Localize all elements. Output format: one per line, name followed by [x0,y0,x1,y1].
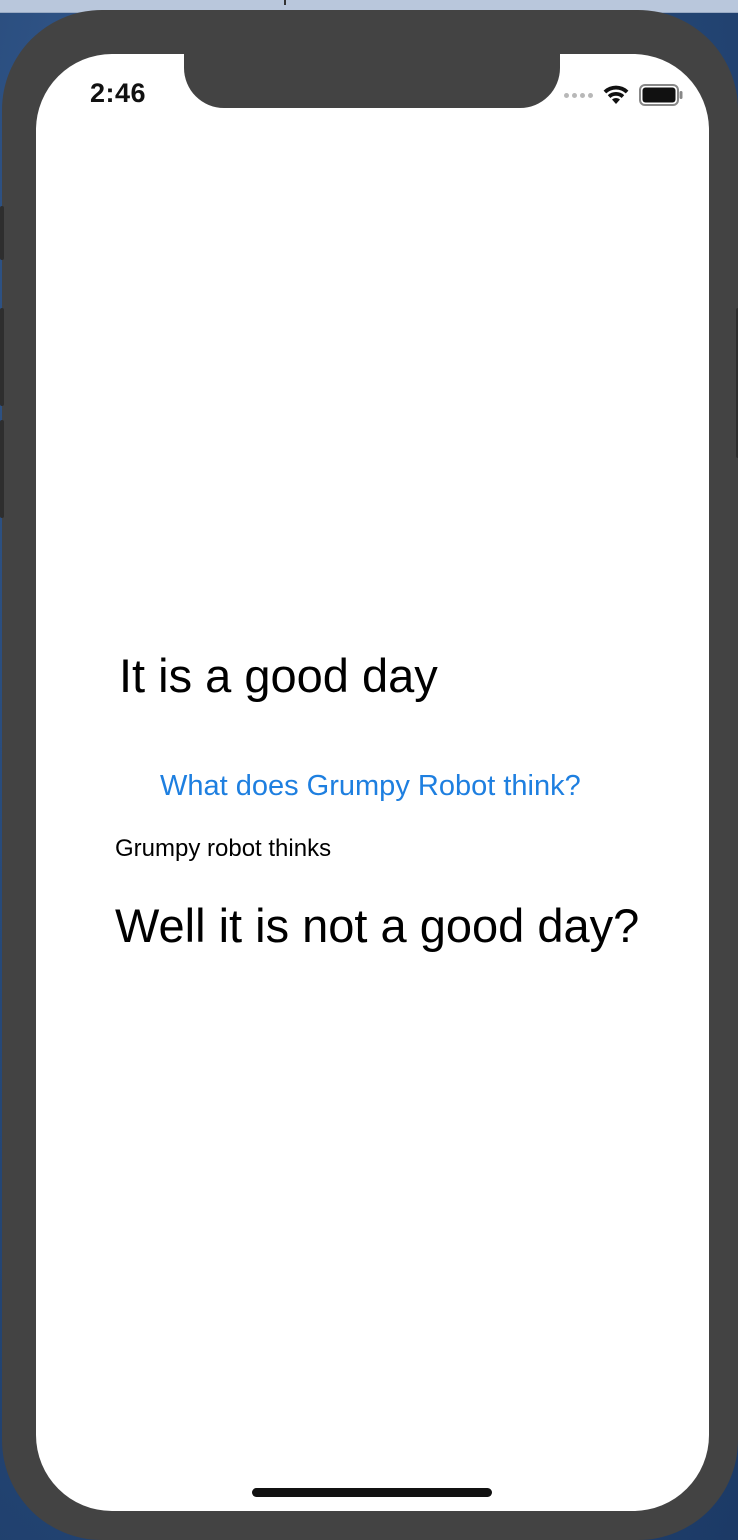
volume-up-button [0,308,4,406]
phone-screen: 2:46 It is a good day What does Grumpy R… [36,54,709,1511]
status-icons [564,84,683,106]
battery-icon [639,84,683,106]
device-notch [184,54,560,108]
headline-label: It is a good day [119,649,438,702]
grumpy-robot-button[interactable]: What does Grumpy Robot think? [160,770,581,803]
mute-switch [0,206,4,260]
response-label: Well it is not a good day? [115,899,640,952]
iphone-device-frame: 2:46 It is a good day What does Grumpy R… [0,10,738,1540]
caption-label: Grumpy robot thinks [115,835,332,862]
title-strip-marker [284,0,286,5]
wifi-icon [603,85,629,104]
signal-dots-icon [564,92,593,98]
volume-down-button [0,420,4,518]
home-indicator[interactable] [252,1488,492,1497]
status-time: 2:46 [90,78,147,108]
